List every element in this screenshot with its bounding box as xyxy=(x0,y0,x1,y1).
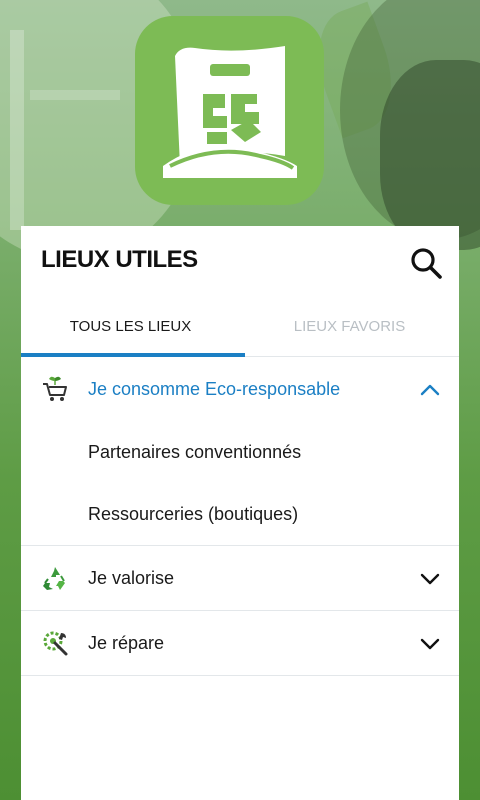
section-eco-consumption: Je consomme Eco-responsable Partenaires … xyxy=(21,357,459,546)
section-header-recycle[interactable]: Je valorise xyxy=(21,546,459,610)
list-item-partners[interactable]: Partenaires conventionnés xyxy=(21,421,459,483)
chevron-up-icon xyxy=(420,384,440,396)
section-header-eco-consumption[interactable]: Je consomme Eco-responsable xyxy=(21,357,459,421)
chevron-down-icon xyxy=(420,638,440,650)
search-icon xyxy=(411,248,442,279)
section-label-repair: Je répare xyxy=(88,632,165,653)
places-panel: LIEUX UTILES TOUS LES LIEUX LIEUX FAVORI… xyxy=(21,226,459,800)
section-label-recycle: Je valorise xyxy=(88,567,175,588)
list-item-ressourceries[interactable]: Ressourceries (boutiques) xyxy=(21,483,459,545)
page-title: LIEUX UTILES xyxy=(41,246,198,273)
repair-wrench-icon xyxy=(43,631,68,656)
recycle-icon xyxy=(43,567,65,590)
tab-favorite-places[interactable]: LIEUX FAVORIS xyxy=(240,296,459,356)
panel-header: LIEUX UTILES xyxy=(21,226,459,296)
search-button[interactable] xyxy=(409,246,443,280)
tab-bar: TOUS LES LIEUX LIEUX FAVORIS xyxy=(21,296,459,357)
screen: LIEUX UTILES TOUS LES LIEUX LIEUX FAVORI… xyxy=(0,0,480,800)
section-repair: Je répare xyxy=(21,611,459,676)
section-header-repair[interactable]: Je répare xyxy=(21,611,459,675)
chevron-down-icon xyxy=(420,573,440,585)
eco-cart-icon xyxy=(43,376,67,401)
section-recycle: Je valorise xyxy=(21,546,459,611)
app-logo-icon xyxy=(135,16,324,205)
section-label-eco-consumption: Je consomme Eco-responsable xyxy=(88,378,341,399)
tab-all-places[interactable]: TOUS LES LIEUX xyxy=(21,296,240,356)
